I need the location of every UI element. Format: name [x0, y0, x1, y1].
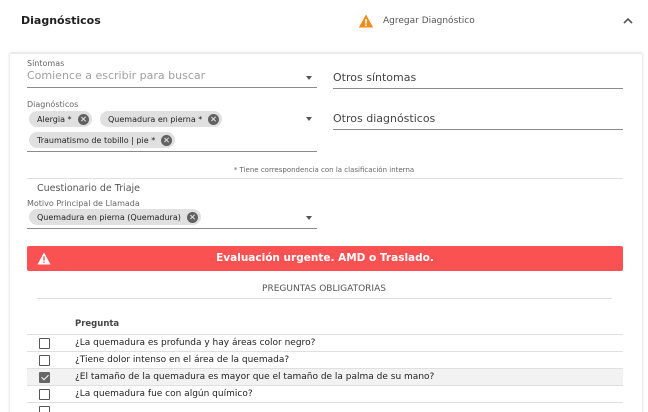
otros-diagnosticos-underline [333, 129, 623, 130]
sintomas-underline [27, 87, 317, 88]
sintomas-dropdown-icon[interactable] [306, 76, 312, 80]
otros-sintomas-input[interactable]: Otros síntomas [333, 71, 416, 84]
diagnosticos-header: Diagnósticos Agregar Diagnóstico [0, 0, 648, 44]
motivo-underline [27, 228, 317, 229]
divider [27, 178, 623, 179]
alert-text: Evaluación urgente. AMD o Traslado. [216, 252, 434, 264]
diagnosticos-underline [27, 151, 317, 152]
table-row[interactable]: ¿Tiene dolor intenso en el área de la qu… [27, 351, 623, 368]
question-checkbox[interactable] [39, 406, 50, 412]
chevron-up-icon[interactable] [620, 13, 636, 29]
divider [37, 298, 612, 299]
otros-diagnosticos-input[interactable]: Otros diagnósticos [333, 112, 435, 125]
classification-note: * Tiene correspondencia con la clasifica… [233, 166, 415, 174]
table-row[interactable]: ¿La quemadura fue con algún químico? [27, 385, 623, 402]
diagnosticos-label: Diagnósticos [27, 100, 79, 109]
question-checkbox[interactable] [39, 355, 50, 366]
chip-label: Alergia * [37, 114, 72, 124]
question-checkbox[interactable] [39, 389, 50, 400]
question-checkbox[interactable] [39, 372, 50, 383]
question-text: ¿Tiene dolor intenso en el área de la qu… [75, 355, 290, 365]
mandatory-questions-title: PREGUNTAS OBLIGATORIAS [262, 284, 386, 294]
column-header-pregunta: Pregunta [75, 319, 120, 329]
add-diagnosis-label: Agregar Diagnóstico [383, 16, 475, 26]
urgent-alert: Evaluación urgente. AMD o Traslado. [27, 246, 623, 271]
add-diagnosis-button[interactable]: Agregar Diagnóstico [358, 13, 475, 29]
diagnosis-chip: Quemadura en pierna * [100, 111, 223, 127]
question-text: ¿El tamaño de la quemadura es mayor que … [75, 372, 435, 382]
chip-label: Quemadura en pierna (Quemadura) [37, 212, 181, 222]
chip-remove-icon[interactable] [161, 134, 173, 146]
questions-table: Pregunta ¿La quemadura es profunda y hay… [27, 314, 623, 412]
sintomas-input[interactable]: Comience a escribir para buscar [27, 69, 205, 82]
motivo-dropdown-icon[interactable] [306, 216, 312, 220]
diagnosis-chip: Alergia * [29, 111, 92, 127]
chip-label: Traumatismo de tobillo | pie * [37, 135, 156, 145]
otros-sintomas-underline [333, 88, 623, 89]
table-row[interactable]: ¿La quemadura es profunda y hay áreas co… [27, 334, 623, 351]
diagnosticos-dropdown-icon[interactable] [306, 117, 312, 121]
warning-icon [358, 14, 374, 28]
chip-label: Quemadura en pierna * [108, 114, 203, 124]
question-checkbox[interactable] [39, 338, 50, 349]
chip-remove-icon[interactable] [208, 113, 220, 125]
question-text: ¿La quemadura fue con algún químico? [75, 389, 253, 399]
section-title: Diagnósticos [21, 14, 101, 27]
triaje-title: Cuestionario de Triaje [37, 183, 140, 194]
motivo-chip: Quemadura en pierna (Quemadura) [29, 209, 201, 225]
chip-remove-icon[interactable] [186, 211, 198, 223]
motivo-label: Motivo Principal de Llamada [27, 199, 140, 208]
question-text: ¿La quemadura es profunda y hay áreas co… [75, 338, 316, 348]
chip-remove-icon[interactable] [77, 113, 89, 125]
table-row[interactable]: ¿El tamaño de la quemadura es mayor que … [27, 368, 623, 385]
table-row[interactable] [27, 402, 623, 412]
sintomas-label: Síntomas [27, 59, 65, 68]
diagnosis-chip: Traumatismo de tobillo | pie * [29, 132, 176, 148]
